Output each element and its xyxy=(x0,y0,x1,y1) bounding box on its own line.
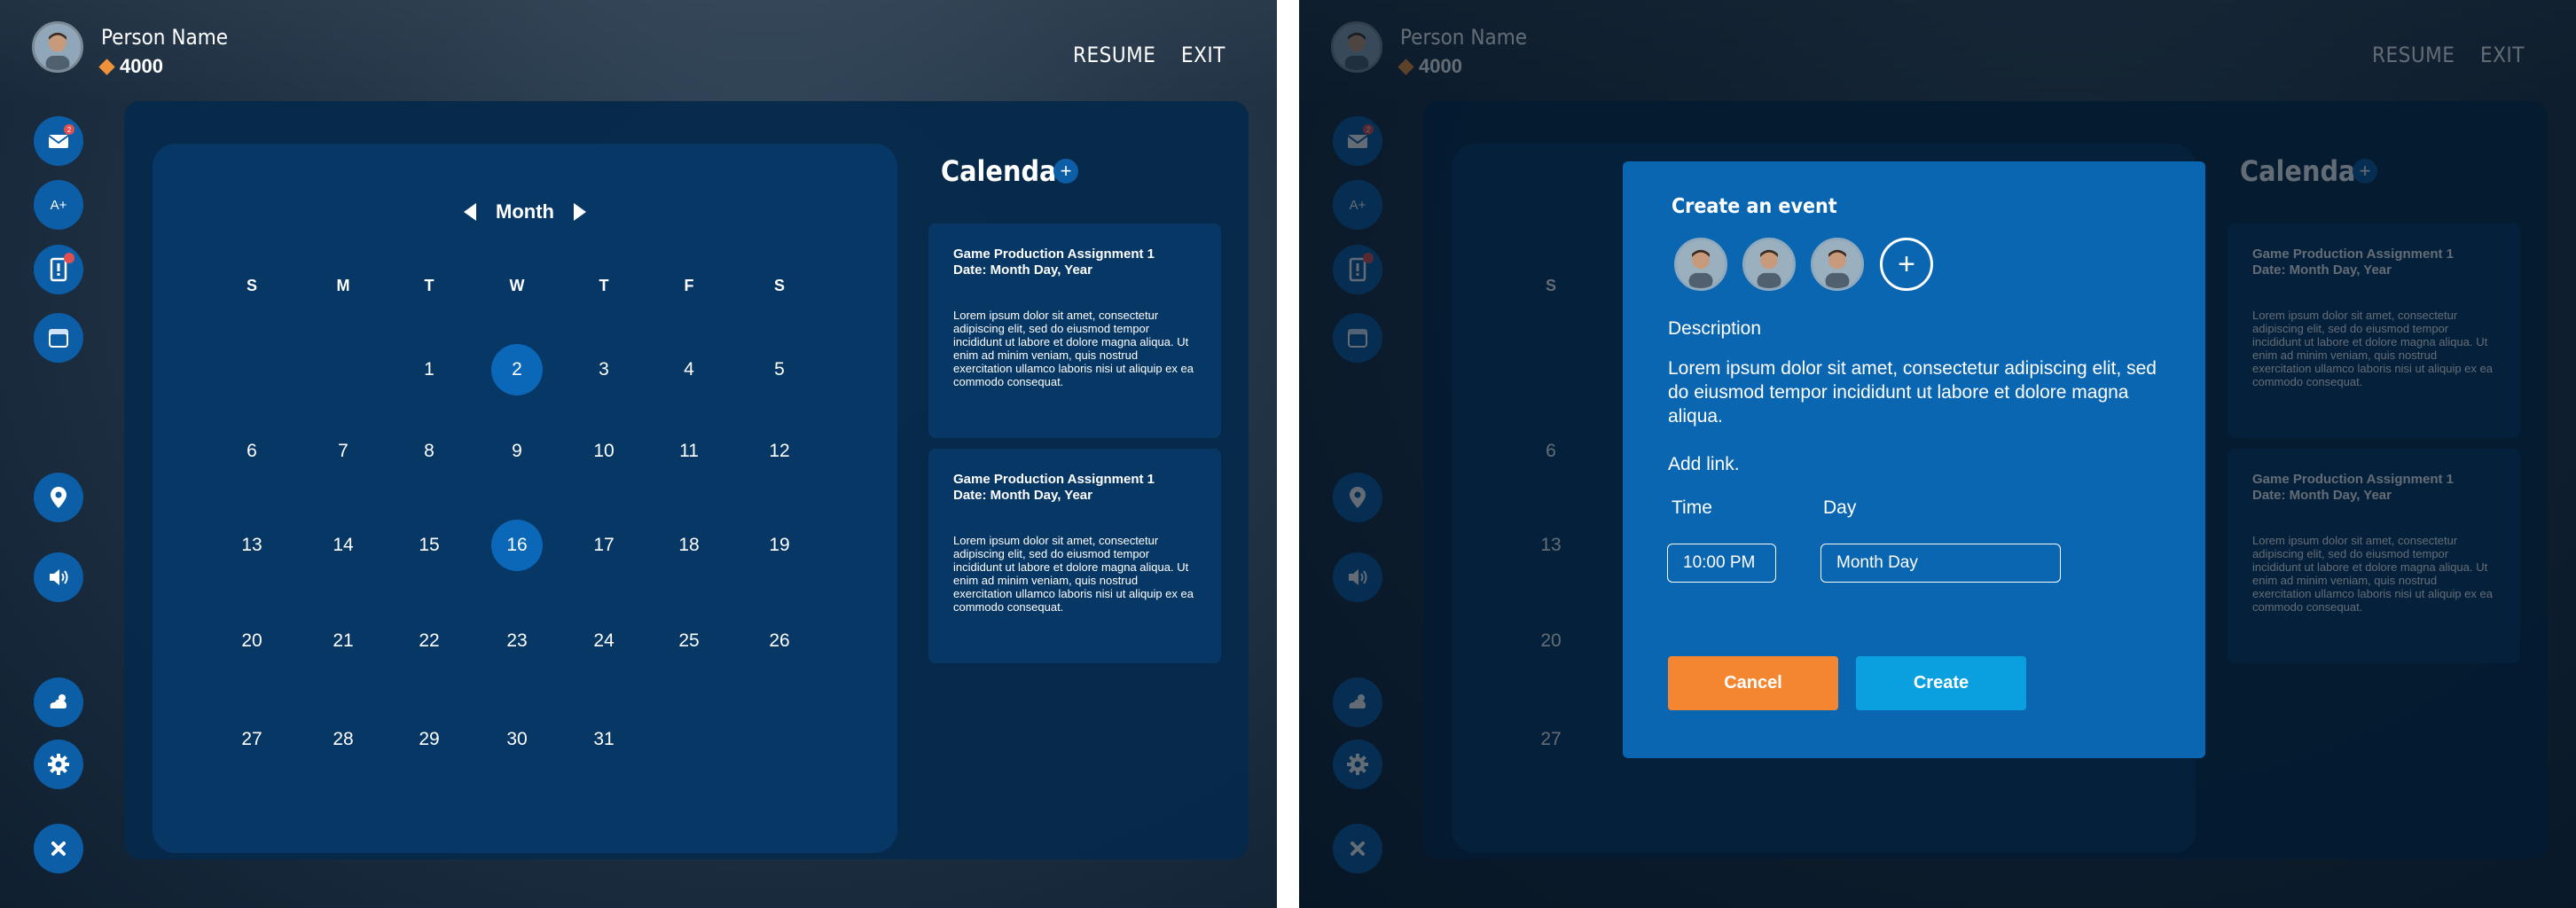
calendar-day[interactable]: 26 xyxy=(754,615,805,667)
weather-icon xyxy=(50,694,67,708)
calendar-day[interactable]: 22 xyxy=(403,615,455,667)
calendar-day[interactable]: 4 xyxy=(663,344,715,395)
person-name: Person Name xyxy=(101,25,229,50)
weekday-label: S xyxy=(773,277,786,294)
coin-icon xyxy=(98,58,115,75)
calendar-day[interactable]: 12 xyxy=(754,426,805,477)
calendar-app-button[interactable] xyxy=(34,313,83,363)
grades-button[interactable]: A+ xyxy=(34,180,83,230)
dialog-title: Create an event xyxy=(1672,195,1837,218)
alert-badge xyxy=(64,253,74,263)
cancel-button[interactable]: Cancel xyxy=(1668,656,1838,710)
calendar-day[interactable]: 8 xyxy=(403,426,455,477)
event-card[interactable]: Game Production Assignment 1 Date: Month… xyxy=(928,449,1221,663)
close-button[interactable] xyxy=(34,824,83,873)
add-link[interactable]: Add link. xyxy=(1668,454,1740,475)
calendar-day[interactable]: 11 xyxy=(663,426,715,477)
description-text[interactable]: Lorem ipsum dolor sit amet, consectetur … xyxy=(1668,356,2165,428)
day-label: Day xyxy=(1823,497,1857,518)
weekday-label: M xyxy=(336,277,350,294)
calendar-app-icon xyxy=(49,329,68,348)
calendar-screen: Person Name 4000 RESUME EXIT 2 A+ Month … xyxy=(0,0,1277,908)
month-navigator: Month xyxy=(153,200,897,223)
create-button[interactable]: Create xyxy=(1856,656,2026,710)
calendar-day[interactable]: 24 xyxy=(578,615,630,667)
calendar-day[interactable]: 14 xyxy=(317,520,369,571)
weekday-label: W xyxy=(509,277,525,294)
time-label: Time xyxy=(1672,497,1712,518)
weekday-label: S xyxy=(246,277,258,294)
calendar-day[interactable]: 17 xyxy=(578,520,630,571)
day-field[interactable]: Month Day xyxy=(1820,544,2061,583)
next-month-icon[interactable] xyxy=(573,203,586,221)
calendar-day[interactable]: 28 xyxy=(317,714,369,765)
add-participant-button[interactable]: + xyxy=(1880,238,1933,291)
calendar-day[interactable]: 3 xyxy=(578,344,630,395)
calendar-day[interactable]: 9 xyxy=(491,426,543,477)
event-description: Lorem ipsum dolor sit amet, consectetur … xyxy=(953,309,1194,388)
grade-icon: A+ xyxy=(50,197,67,213)
calendar-day[interactable]: 1 xyxy=(403,344,455,395)
calendar-day[interactable]: 16 xyxy=(491,520,543,571)
weather-button[interactable] xyxy=(34,677,83,727)
calendar-day[interactable]: 29 xyxy=(403,714,455,765)
calendar-day[interactable]: 5 xyxy=(754,344,805,395)
participant-avatar[interactable] xyxy=(1811,238,1864,291)
add-event-button[interactable]: + xyxy=(1053,159,1078,184)
calendar-title: Calendar xyxy=(941,154,1069,188)
coin-balance: 4000 xyxy=(98,55,163,78)
participant-avatar[interactable] xyxy=(1674,238,1727,291)
close-icon xyxy=(51,841,66,856)
previous-month-icon[interactable] xyxy=(464,203,477,221)
mail-button[interactable]: 2 xyxy=(34,116,83,166)
event-date: Date: Month Day, Year xyxy=(953,488,1092,503)
description-label: Description xyxy=(1668,318,1762,339)
speaker-icon xyxy=(50,569,68,585)
mail-badge: 2 xyxy=(64,124,74,135)
weekday-label: T xyxy=(599,277,609,294)
location-button[interactable] xyxy=(34,473,83,522)
calendar-day[interactable]: 15 xyxy=(403,520,455,571)
month-label: Month xyxy=(496,200,554,223)
settings-button[interactable] xyxy=(34,740,83,789)
alerts-button[interactable] xyxy=(34,245,83,294)
resume-button[interactable]: RESUME xyxy=(1073,43,1155,67)
calendar-day[interactable]: 25 xyxy=(663,615,715,667)
calendar-day[interactable]: 21 xyxy=(317,615,369,667)
event-title: Game Production Assignment 1 xyxy=(953,472,1155,487)
location-pin-icon xyxy=(51,487,67,508)
event-description: Lorem ipsum dolor sit amet, consectetur … xyxy=(953,534,1194,614)
calendar-day[interactable]: 6 xyxy=(226,426,278,477)
calendar-day[interactable]: 13 xyxy=(226,520,278,571)
time-field[interactable]: 10:00 PM xyxy=(1667,544,1776,583)
calendar-day[interactable]: 19 xyxy=(754,520,805,571)
weekday-label: F xyxy=(684,277,694,294)
exit-button[interactable]: EXIT xyxy=(1181,43,1225,67)
event-title: Game Production Assignment 1 xyxy=(953,247,1155,262)
gear-icon xyxy=(48,754,69,775)
sound-button[interactable] xyxy=(34,552,83,602)
event-card[interactable]: Game Production Assignment 1 Date: Month… xyxy=(928,223,1221,438)
calendar-day[interactable]: 31 xyxy=(578,714,630,765)
event-date: Date: Month Day, Year xyxy=(953,262,1092,278)
calendar-day[interactable]: 2 xyxy=(491,344,543,395)
calendar-day[interactable]: 23 xyxy=(491,615,543,667)
weekday-label: T xyxy=(424,277,435,294)
participant-avatar[interactable] xyxy=(1742,238,1796,291)
coin-count: 4000 xyxy=(120,55,163,77)
avatar[interactable] xyxy=(32,21,83,73)
calendar-day[interactable]: 30 xyxy=(491,714,543,765)
calendar-day[interactable]: 27 xyxy=(226,714,278,765)
calendar-day[interactable]: 20 xyxy=(226,615,278,667)
create-event-dialog: Create an event + Description Lorem ipsu… xyxy=(1623,161,2205,758)
calendar-day[interactable]: 10 xyxy=(578,426,630,477)
calendar-day[interactable]: 18 xyxy=(663,520,715,571)
calendar-day[interactable]: 7 xyxy=(317,426,369,477)
